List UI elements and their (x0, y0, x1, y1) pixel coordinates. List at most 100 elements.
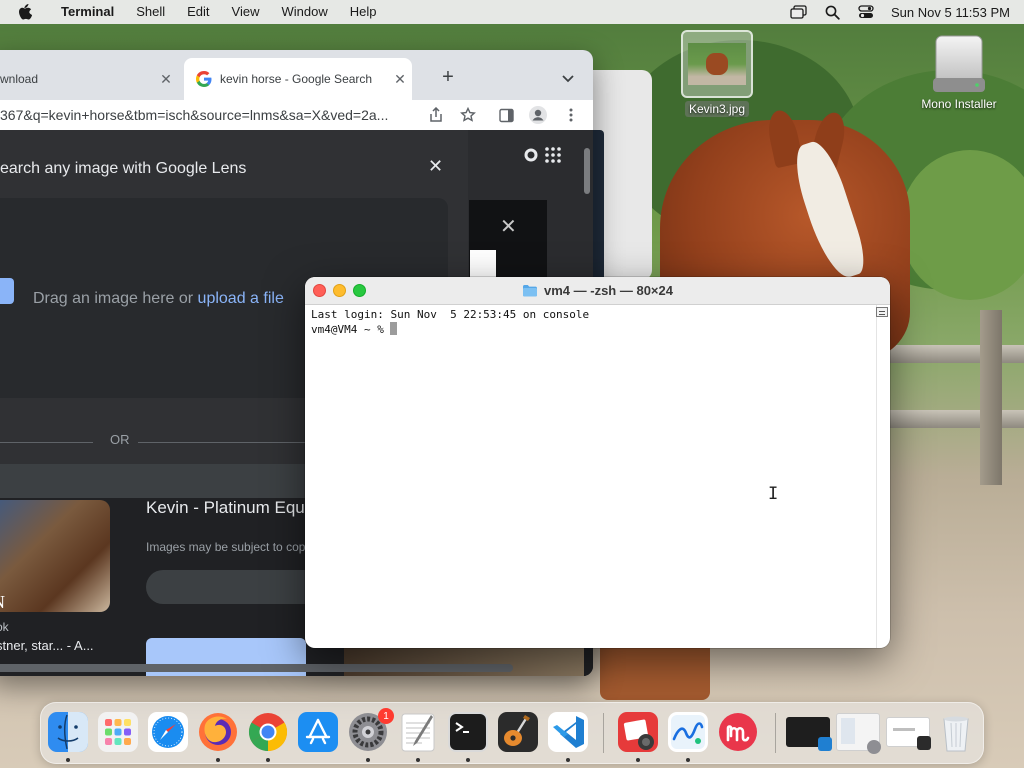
close-tab-icon[interactable]: ✕ (154, 71, 178, 88)
upload-file-link[interactable]: upload a file (198, 290, 284, 307)
dock-firefox[interactable] (197, 711, 239, 753)
share-icon[interactable] (426, 105, 446, 125)
desktop-volume-mono-installer[interactable]: Mono Installer (914, 34, 1004, 112)
dock-minimized-settings-window[interactable] (835, 711, 881, 754)
google-logo-icon (196, 71, 212, 87)
terminal-marks-icon[interactable] (876, 307, 888, 317)
dock-textedit[interactable] (397, 711, 439, 753)
menu-help[interactable]: Help (339, 0, 388, 24)
dock-trash[interactable] (935, 711, 977, 753)
chrome-tab-strip: wnload ✕ kevin horse - Google Search ✕ + (0, 50, 593, 100)
text-ibeam-cursor-icon: I (768, 484, 779, 504)
chrome-toolbar: 367&q=kevin+horse&tbm=isch&source=lnms&s… (0, 100, 593, 130)
lens-close-icon[interactable]: ✕ (428, 156, 443, 177)
settings-gear-icon[interactable] (522, 146, 540, 164)
photo-booth-icon (618, 712, 658, 752)
dock-garageband[interactable] (497, 711, 539, 753)
horizontal-scrollbar[interactable] (0, 664, 513, 672)
minimized-window-thumbnail (886, 717, 931, 750)
dock-visual-studio-code[interactable] (547, 711, 589, 753)
terminal-cursor (390, 322, 398, 335)
spotlight-search-icon[interactable] (817, 0, 847, 24)
terminal-window[interactable]: vm4 — -zsh — 80×24 Last login: Sun Nov 5… (305, 277, 890, 648)
menu-bar-clock[interactable]: Sun Nov 5 11:53 PM (885, 5, 1010, 20)
wallpaper-horse-legs (600, 640, 710, 700)
menu-view[interactable]: View (221, 0, 271, 24)
more-menu-kebab-icon[interactable] (561, 105, 581, 125)
minimized-window-thumbnail (836, 713, 881, 754)
terminal-icon (448, 712, 488, 752)
dock-minimized-garageband-window[interactable] (885, 711, 931, 753)
dock-minimized-terminal-window[interactable] (785, 711, 832, 753)
dock-photo-booth[interactable] (617, 711, 659, 753)
chrome-icon (248, 713, 288, 752)
folder-icon (523, 285, 537, 297)
safari-compass-icon (148, 712, 188, 752)
minimize-window-button[interactable] (333, 284, 346, 297)
disk-drive-icon (933, 35, 985, 92)
finder-icon (48, 712, 88, 752)
image-placeholder-icon (0, 278, 14, 304)
dock-launchpad[interactable] (97, 711, 139, 753)
control-center-icon[interactable] (851, 0, 881, 24)
dock: 1 (40, 702, 984, 764)
close-tab-icon[interactable]: ✕ (388, 71, 412, 88)
result-copyright-note: Images may be subject to cop (146, 540, 306, 554)
notification-badge: 1 (378, 708, 394, 724)
terminal-prompt: vm4@VM4 ~ % (311, 323, 391, 336)
zoom-window-button[interactable] (353, 284, 366, 297)
menu-edit[interactable]: Edit (176, 0, 220, 24)
tab-download[interactable]: wnload ✕ (0, 58, 178, 100)
dock-google-chrome[interactable] (247, 711, 289, 753)
dock-app-store[interactable] (297, 711, 339, 753)
side-panel-icon[interactable] (496, 105, 516, 125)
apple-menu-icon[interactable] (0, 4, 50, 20)
terminal-scroll-track[interactable] (876, 305, 890, 648)
menu-shell[interactable]: Shell (125, 0, 176, 24)
desktop-file-label: Kevin3.jpg (684, 101, 750, 117)
bookmark-star-icon[interactable] (458, 105, 478, 125)
page-scrollbar[interactable] (584, 148, 590, 194)
dock-monosnap[interactable] (717, 711, 759, 753)
dock-terminal[interactable] (447, 711, 489, 753)
result-thumbnail[interactable] (0, 500, 110, 612)
screen-mirroring-icon[interactable] (783, 0, 813, 24)
dock-system-settings[interactable]: 1 (347, 708, 394, 753)
wallpaper-fence-rail (880, 345, 1024, 363)
tab-kevin-horse-search[interactable]: kevin horse - Google Search ✕ (184, 58, 412, 100)
app-menu-terminal[interactable]: Terminal (50, 0, 125, 24)
textedit-icon (401, 713, 435, 752)
menu-window[interactable]: Window (271, 0, 339, 24)
result-caption[interactable]: stner, star... - A... (0, 638, 94, 653)
launchpad-icon (98, 712, 138, 752)
thumbnail-letter: N (0, 592, 5, 613)
terminal-output[interactable]: Last login: Sun Nov 5 22:53:45 on consol… (305, 305, 890, 648)
desktop-file-kevin3[interactable]: Kevin3.jpg (680, 30, 754, 117)
minimized-window-thumbnail (786, 717, 832, 751)
new-tab-plus-icon[interactable]: + (436, 66, 460, 90)
result-title[interactable]: Kevin - Platinum Equ (146, 498, 305, 518)
address-bar[interactable]: 367&q=kevin+horse&tbm=isch&source=lnms&s… (0, 100, 420, 130)
garageband-badge-icon (917, 736, 931, 750)
vscode-icon (548, 712, 588, 752)
firefox-icon (199, 713, 237, 751)
monosnap-icon (719, 713, 757, 751)
close-window-button[interactable] (313, 284, 326, 297)
profile-avatar-icon[interactable] (528, 105, 548, 125)
tab-title: wnload (0, 72, 39, 86)
tab-search-chevron-icon[interactable] (558, 68, 578, 88)
dock-finder[interactable] (47, 711, 89, 753)
terminal-title: vm4 — -zsh — 80×24 (544, 283, 673, 298)
result-source: ok (0, 620, 9, 634)
vscode-badge-icon (818, 737, 832, 751)
terminal-line: Last login: Sun Nov 5 22:53:45 on consol… (311, 308, 590, 321)
tab-title: kevin horse - Google Search (220, 72, 373, 86)
or-label: OR (110, 432, 130, 447)
dock-freeform[interactable] (667, 711, 709, 753)
preview-close-icon[interactable]: ✕ (500, 214, 517, 239)
settings-badge-icon (867, 740, 881, 754)
image-file-thumbnail-icon (681, 30, 753, 98)
dock-safari[interactable] (147, 711, 189, 753)
terminal-title-bar[interactable]: vm4 — -zsh — 80×24 (305, 277, 890, 305)
google-apps-grid-icon[interactable] (544, 146, 562, 164)
